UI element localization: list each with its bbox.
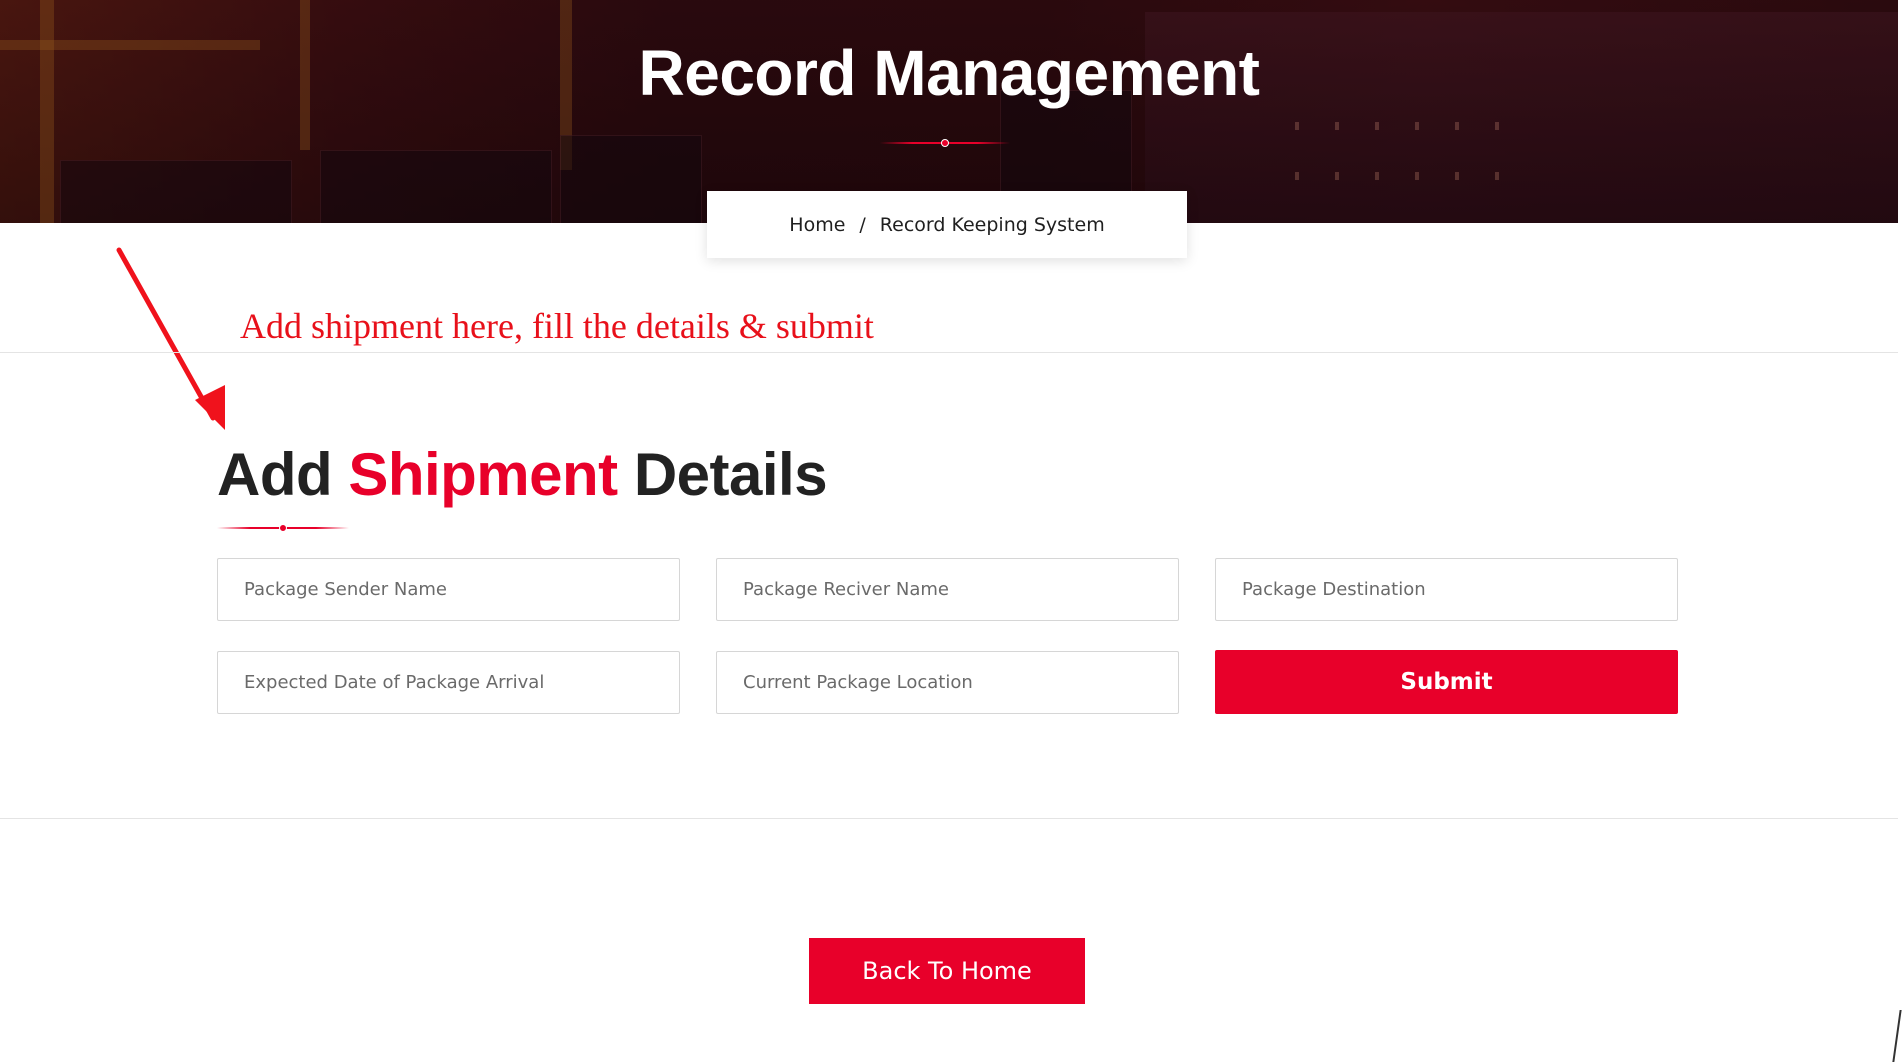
section-title-part2: Details <box>617 441 828 508</box>
section-title-accent: Shipment <box>348 441 618 508</box>
back-to-home-button[interactable]: Back To Home <box>809 938 1085 1004</box>
ship-window <box>1495 172 1499 180</box>
annotation-arrow-icon <box>116 247 225 430</box>
package-destination-field[interactable] <box>1215 558 1678 621</box>
ship-window <box>1455 122 1459 130</box>
expected-arrival-date-field[interactable] <box>217 651 680 714</box>
ship-window <box>1455 172 1459 180</box>
breadcrumb-separator: / <box>859 213 866 236</box>
title-divider-ornament <box>880 138 1010 148</box>
section-title-part1: Add <box>217 441 349 508</box>
ship-window <box>1415 122 1419 130</box>
page-title: Record Management <box>638 37 1260 109</box>
section-divider-ornament <box>217 523 349 533</box>
package-receiver-name-field[interactable] <box>716 558 1179 621</box>
ship-window <box>1375 122 1379 130</box>
package-sender-name-field[interactable] <box>217 558 680 621</box>
current-location-field[interactable] <box>716 651 1179 714</box>
breadcrumb-home-link[interactable]: Home <box>789 214 845 236</box>
hero-banner: Record Management <box>0 0 1898 223</box>
container-stack <box>560 135 702 223</box>
container-stack <box>320 150 552 223</box>
window-edge <box>1898 0 1903 1062</box>
ship-window <box>1415 172 1419 180</box>
ship-window <box>1335 122 1339 130</box>
ship-window <box>1295 172 1299 180</box>
annotation-text: Add shipment here, fill the details & su… <box>240 306 874 346</box>
ship-window <box>1495 122 1499 130</box>
section-divider-top <box>0 352 1898 353</box>
container-stack <box>60 160 292 223</box>
ship-window <box>1375 172 1379 180</box>
crane-decoration <box>40 0 54 223</box>
breadcrumb: Home / Record Keeping System <box>707 191 1187 258</box>
section-divider-bottom <box>0 818 1898 819</box>
section-title: Add Shipment Details <box>217 440 828 509</box>
breadcrumb-current: Record Keeping System <box>879 213 1105 236</box>
ship-window <box>1335 172 1339 180</box>
ship-window <box>1295 122 1299 130</box>
submit-button[interactable]: Submit <box>1215 650 1678 714</box>
